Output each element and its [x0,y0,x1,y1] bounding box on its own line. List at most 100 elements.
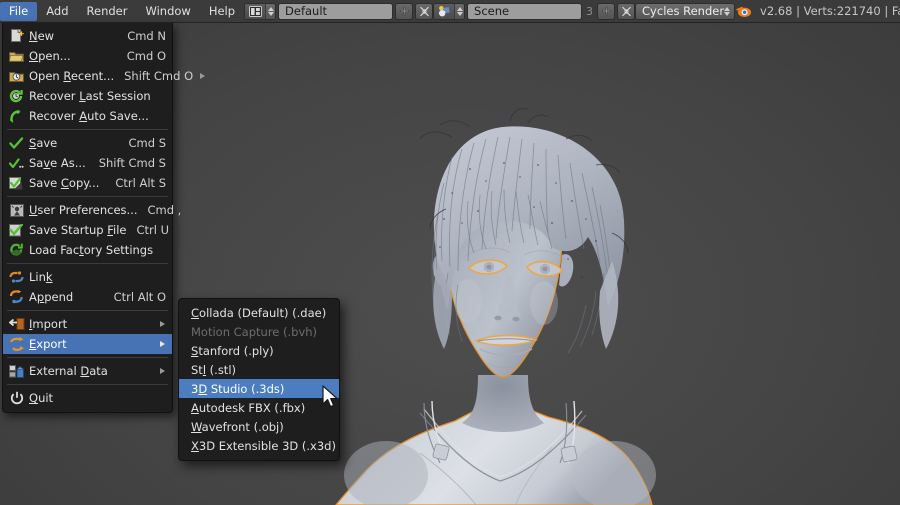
menu-item-external-data[interactable]: External Data [3,361,172,381]
render-engine-spinner-arrows [724,7,730,16]
screen-layout-icon [245,4,266,19]
menu-item-link-label: Link [29,270,156,284]
menu-item-new-shortcut: Cmd N [127,29,166,43]
add-scene-button[interactable] [597,3,615,20]
menu-item-save-shortcut: Cmd S [129,136,167,150]
export-item-collada[interactable]: Collada (Default) (.dae) [179,303,339,322]
menu-item-append[interactable]: Append Ctrl Alt O [3,287,172,307]
add-screen-layout-button[interactable] [395,3,413,20]
menu-item-link[interactable]: Link [3,267,172,287]
x-icon [621,6,632,17]
character-torso [336,375,656,505]
export-item-stl-label: Stl (.stl) [191,363,236,377]
blender-logo-icon [735,4,752,18]
menu-item-new-label: New [29,29,117,43]
menu-item-new[interactable]: New Cmd N [3,26,172,46]
open-folder-icon [7,48,26,64]
menu-separator-1 [7,129,168,130]
menu-item-save-label: Save [29,136,119,150]
render-engine-label: Cycles Render [642,4,724,18]
recover-auto-icon [7,108,26,124]
export-item-wavefront[interactable]: Wavefront (.obj) [179,417,339,436]
menu-render[interactable]: Render [78,2,137,21]
export-item-x3d[interactable]: X3D Extensible 3D (.x3d) [179,436,339,455]
menu-item-recover-last-session-label: Recover Last Session [29,89,166,103]
menu-item-external-data-label: External Data [29,364,152,378]
menu-item-open-label: Open... [29,49,117,63]
save-startup-icon [7,222,26,238]
export-item-collada-label: Collada (Default) (.dae) [191,306,326,320]
menu-item-save-copy[interactable]: Save Copy... Ctrl Alt S [3,173,172,193]
screen-layout-name-field[interactable]: Default [278,3,393,20]
screen-layout-spinner[interactable] [266,4,275,19]
menu-item-append-shortcut: Ctrl Alt O [114,290,166,304]
scene-name-field[interactable]: Scene [467,3,582,20]
menu-item-open-recent[interactable]: Open Recent... Shift Cmd O [3,66,172,86]
menu-item-import-label: Import [29,317,152,331]
export-item-x3d-label: X3D Extensible 3D (.x3d) [191,439,336,453]
scene-users-count[interactable]: 3 [582,5,597,18]
plus-icon [601,6,612,17]
delete-scene-button[interactable] [617,3,635,20]
menu-item-import[interactable]: Import [3,314,172,334]
export-item-motion-capture-label: Motion Capture (.bvh) [191,325,317,339]
menu-separator-2 [7,196,168,197]
save-copy-icon [7,175,26,191]
menu-item-quit[interactable]: Quit [3,388,172,408]
menu-item-save-startup-file-label: Save Startup File [29,223,126,237]
menu-item-load-factory-settings-label: Load Factory Settings [29,243,166,257]
menu-window[interactable]: Window [136,2,199,21]
export-item-3d-studio-label: 3D Studio (.3ds) [191,382,284,396]
external-data-icon [7,363,26,379]
menu-item-quit-label: Quit [29,391,156,405]
preferences-icon [7,202,26,218]
menu-item-recover-auto-save[interactable]: Recover Auto Save... [3,106,172,126]
export-item-stanford[interactable]: Stanford (.ply) [179,341,339,360]
menu-item-recover-auto-save-label: Recover Auto Save... [29,109,166,123]
menu-file[interactable]: File [0,2,37,21]
delete-screen-layout-button[interactable] [415,3,433,20]
scene-group: Scene 3 [433,3,635,20]
menu-item-save-as[interactable]: Save As... Shift Cmd S [3,153,172,173]
menu-item-user-preferences-shortcut: Cmd , [147,203,181,217]
plus-icon [399,6,410,17]
menu-item-open[interactable]: Open... Cmd O [3,46,172,66]
menu-item-export-label: Export [29,337,152,351]
scene-icon [434,4,455,19]
menu-item-open-recent-shortcut: Shift Cmd O [124,69,193,83]
scene-spinner[interactable] [455,4,464,19]
menu-item-recover-last-session[interactable]: Recover Last Session [3,86,172,106]
scene-selector[interactable] [433,3,465,20]
quit-power-icon [7,390,26,406]
screen-layout-selector[interactable] [244,3,276,20]
export-icon [7,336,26,352]
menu-item-user-preferences-label: User Preferences... [29,203,137,217]
menu-item-user-preferences[interactable]: User Preferences... Cmd , [3,200,172,220]
save-as-icon [7,155,26,171]
menu-item-save-copy-label: Save Copy... [29,176,105,190]
menu-item-export[interactable]: Export [3,334,172,354]
chevron-right-icon [159,341,166,347]
screen-layout-group: Default [244,3,433,20]
export-item-stl[interactable]: Stl (.stl) [179,360,339,379]
file-menu-dropdown[interactable]: New Cmd N Open... Cmd O Open Recent... S… [2,23,173,413]
export-item-wavefront-label: Wavefront (.obj) [191,420,284,434]
menu-item-save-startup-file-shortcut: Ctrl U [136,223,169,237]
load-factory-icon [7,242,26,258]
menu-help[interactable]: Help [200,2,244,21]
menu-item-save-copy-shortcut: Ctrl Alt S [115,176,166,190]
export-item-autodesk-fbx[interactable]: Autodesk FBX (.fbx) [179,398,339,417]
export-item-3d-studio[interactable]: 3D Studio (.3ds) [179,379,339,398]
menu-item-save-startup-file[interactable]: Save Startup File Ctrl U [3,220,172,240]
menu-item-save-as-label: Save As... [29,156,89,170]
export-submenu[interactable]: Collada (Default) (.dae) Motion Capture … [178,298,340,461]
menu-item-load-factory-settings[interactable]: Load Factory Settings [3,240,172,260]
menu-item-open-shortcut: Cmd O [127,49,166,63]
render-engine-dropdown[interactable]: Cycles Render [635,3,735,20]
export-item-stanford-label: Stanford (.ply) [191,344,274,358]
export-item-motion-capture: Motion Capture (.bvh) [179,322,339,341]
menu-item-save[interactable]: Save Cmd S [3,133,172,153]
menu-separator-5 [7,357,168,358]
menu-add[interactable]: Add [37,2,77,21]
status-info-text: v2.68 | Verts:221740 | Faces:2130 [760,4,900,18]
